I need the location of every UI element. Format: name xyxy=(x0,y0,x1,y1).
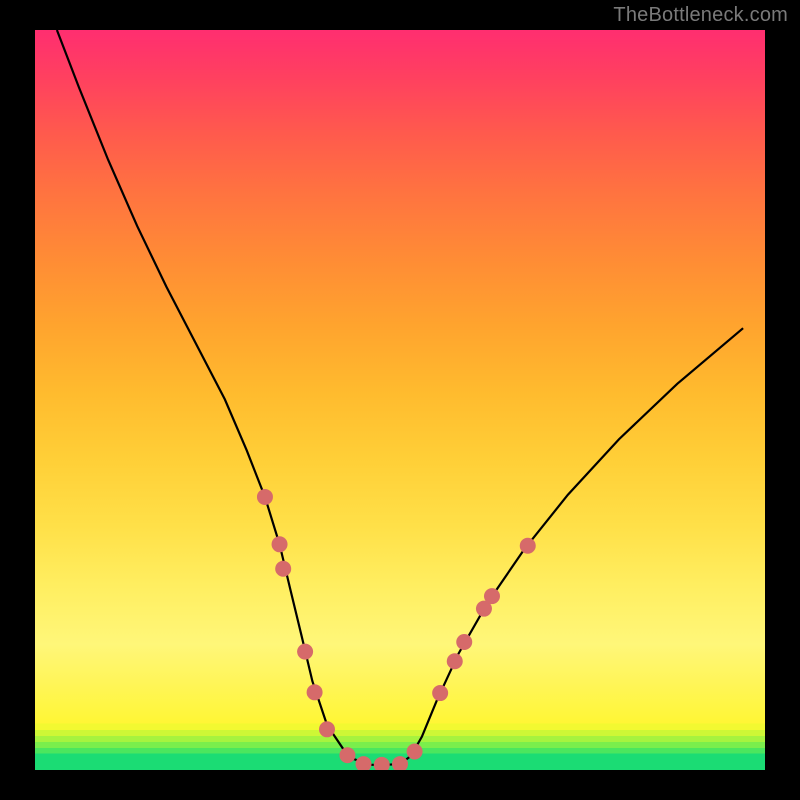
guide-point xyxy=(392,756,408,770)
guide-point xyxy=(319,721,335,737)
watermark-text: TheBottleneck.com xyxy=(613,4,788,27)
guide-point xyxy=(339,747,355,763)
guide-point xyxy=(257,489,273,505)
guide-point xyxy=(456,634,472,650)
chart-frame: TheBottleneck.com xyxy=(0,0,800,800)
guide-points-group xyxy=(257,489,536,770)
guide-point xyxy=(484,588,500,604)
guide-point xyxy=(297,644,313,660)
guide-point xyxy=(374,757,390,770)
plot-area xyxy=(35,30,765,770)
guide-point xyxy=(447,653,463,669)
guide-point xyxy=(520,538,536,554)
guide-point xyxy=(432,685,448,701)
guide-point xyxy=(356,756,372,770)
guide-point xyxy=(272,536,288,552)
bottleneck-curve xyxy=(57,30,743,765)
guide-point xyxy=(307,684,323,700)
guide-point xyxy=(275,561,291,577)
chart-svg xyxy=(35,30,765,770)
guide-point xyxy=(407,744,423,760)
